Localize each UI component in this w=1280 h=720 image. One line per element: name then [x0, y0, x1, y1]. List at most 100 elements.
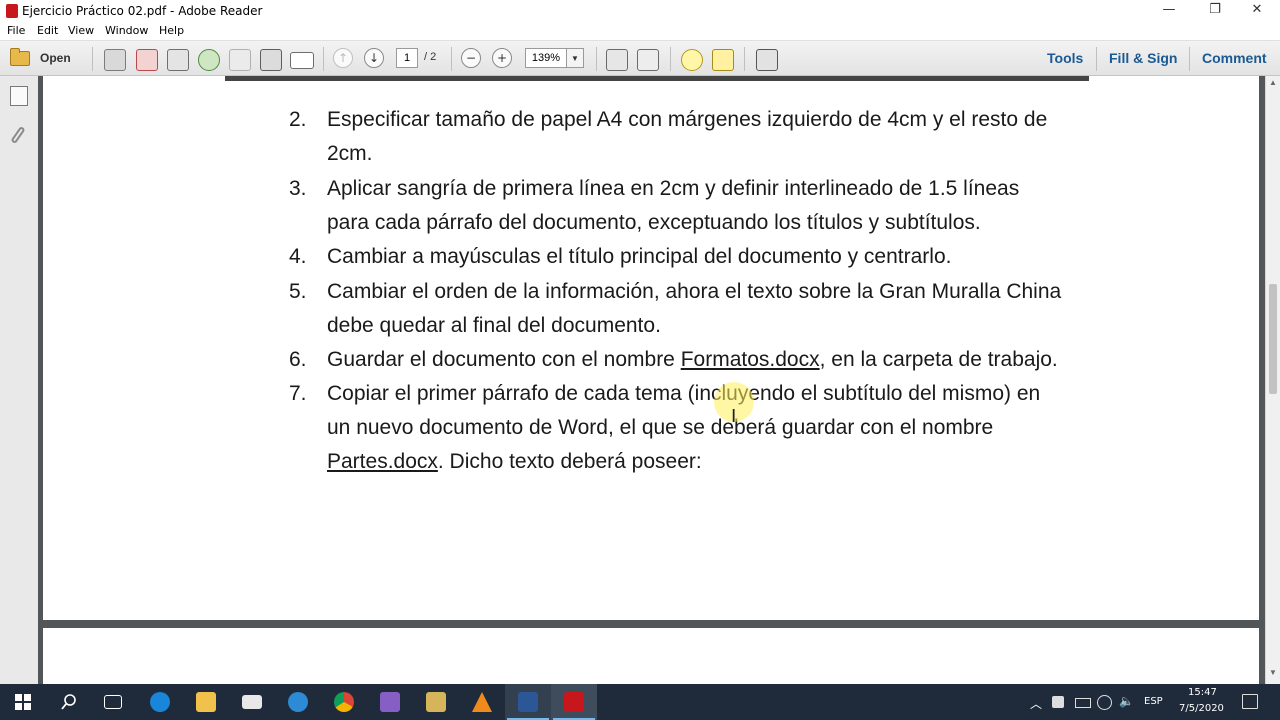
zoom-out-icon[interactable]: −: [461, 48, 481, 68]
open-button[interactable]: Open: [6, 46, 78, 70]
toolbar-divider: [92, 47, 93, 71]
visual-studio-icon: [380, 692, 400, 712]
navigation-pane: [0, 76, 39, 684]
zoom-level-input[interactable]: 139%: [525, 48, 567, 68]
title-bar: Ejercicio Práctico 02.pdf - Adobe Reader…: [0, 0, 1280, 22]
item-text: Aplicar sangría de primera línea en 2cm …: [327, 177, 1020, 200]
folder-icon: [10, 48, 30, 66]
taskbar-skype[interactable]: [275, 684, 321, 720]
email-icon[interactable]: [290, 52, 314, 69]
pdf-page: 2. Especificar tamaño de papel A4 con má…: [43, 76, 1259, 620]
toolbar-divider: [744, 47, 745, 71]
adobe-reader-icon: [564, 692, 584, 712]
menu-bar: File Edit View Window Help: [0, 22, 1280, 41]
taskbar-vlc[interactable]: [459, 684, 505, 720]
item-text: para cada párrafo del documento, exceptu…: [327, 211, 981, 234]
windows-taskbar: ︿ 🔈 ESP 15:47 7/5/2020: [0, 684, 1280, 720]
menu-file[interactable]: File: [7, 24, 25, 37]
toolbar-divider: [323, 47, 324, 71]
export-pdf-icon[interactable]: [136, 49, 158, 71]
item-number: 5.: [289, 280, 307, 303]
scrollbar-thumb[interactable]: [1269, 284, 1277, 394]
create-pdf-icon[interactable]: [104, 49, 126, 71]
item-number: 4.: [289, 245, 307, 268]
item-text: Partes.docx. Dicho texto deberá poseer:: [327, 445, 1134, 479]
taskbar-explorer[interactable]: [183, 684, 229, 720]
network-icon[interactable]: [1097, 695, 1112, 710]
menu-window[interactable]: Window: [105, 24, 148, 37]
tab-fill-sign[interactable]: Fill & Sign: [1109, 50, 1177, 66]
cloud-upload-icon[interactable]: [198, 49, 220, 71]
taskbar-mail[interactable]: [229, 684, 275, 720]
page-number-input[interactable]: 1: [396, 48, 418, 68]
clock-time[interactable]: 15:47: [1188, 687, 1217, 698]
vlc-icon: [472, 692, 492, 712]
fit-page-icon[interactable]: [606, 49, 628, 71]
page-top-border: [225, 76, 1089, 81]
menu-view[interactable]: View: [68, 24, 94, 37]
toolbar-divider: [451, 47, 452, 71]
sticky-note-icon[interactable]: [681, 49, 703, 71]
taskbar-app[interactable]: [413, 684, 459, 720]
item-text-after: . Dicho texto deberá poseer:: [437, 450, 702, 473]
vertical-scrollbar[interactable]: ▲ ▼: [1265, 76, 1280, 684]
menu-help[interactable]: Help: [159, 24, 184, 37]
taskbar-chrome[interactable]: [321, 684, 367, 720]
item-text: Cambiar a mayúsculas el título principal…: [327, 245, 952, 268]
filename-link: Partes.docx: [327, 450, 438, 473]
zoom-in-icon[interactable]: +: [492, 48, 512, 68]
item-text: Guardar el documento con el nombre Forma…: [327, 343, 1134, 377]
toolbar-divider: [1096, 47, 1097, 71]
text-cursor-icon: I: [731, 406, 737, 427]
search-button[interactable]: [46, 684, 92, 720]
tab-tools[interactable]: Tools: [1047, 50, 1083, 66]
document-viewer[interactable]: 2. Especificar tamaño de papel A4 con má…: [38, 76, 1265, 684]
item-text: Especificar tamaño de papel A4 con márge…: [327, 108, 1048, 131]
previous-page-icon[interactable]: ↑: [333, 48, 353, 68]
pdf-page-2: [43, 628, 1259, 684]
highlight-icon[interactable]: [712, 49, 734, 71]
people-icon[interactable]: [1052, 696, 1064, 708]
language-indicator[interactable]: ESP: [1144, 696, 1163, 707]
item-number: 7.: [289, 382, 307, 405]
taskbar-edge[interactable]: [137, 684, 183, 720]
edit-icon[interactable]: [167, 49, 189, 71]
menu-edit[interactable]: Edit: [37, 24, 58, 37]
clock-date[interactable]: 7/5/2020: [1179, 703, 1224, 714]
minimize-button[interactable]: —: [1146, 0, 1192, 22]
word-icon: [518, 692, 538, 712]
expand-icon[interactable]: [756, 49, 778, 71]
scroll-up-icon[interactable]: ▲: [1268, 78, 1278, 88]
show-hidden-icons-icon[interactable]: ︿: [1030, 695, 1042, 712]
mail-icon: [242, 695, 262, 709]
archive-icon: [426, 692, 446, 712]
print-icon[interactable]: [260, 49, 282, 71]
taskbar-visual-studio[interactable]: [367, 684, 413, 720]
maximize-button[interactable]: ❐: [1192, 0, 1238, 22]
next-page-icon[interactable]: ↓: [364, 48, 384, 68]
battery-icon[interactable]: [1075, 698, 1091, 708]
window-title: Ejercicio Práctico 02.pdf - Adobe Reader: [22, 4, 263, 18]
taskbar-word[interactable]: [505, 684, 551, 720]
full-screen-icon[interactable]: [637, 49, 659, 71]
item-number: 3.: [289, 177, 307, 200]
item-text: Cambiar el orden de la información, ahor…: [327, 280, 1062, 303]
save-icon[interactable]: [229, 49, 251, 71]
item-text: 2cm.: [327, 142, 373, 165]
scroll-down-icon[interactable]: ▼: [1268, 668, 1278, 678]
toolbar: Open ↑ ↓ 1 / 2 − + 139% ▼ Tools Fill & S…: [0, 41, 1280, 76]
volume-icon[interactable]: 🔈: [1119, 694, 1134, 708]
start-button[interactable]: [0, 684, 46, 720]
close-button[interactable]: ✕: [1234, 0, 1280, 22]
windows-logo-icon: [15, 694, 31, 710]
zoom-dropdown-icon[interactable]: ▼: [566, 48, 584, 68]
page-thumbnails-icon[interactable]: [10, 86, 28, 106]
taskbar-adobe-reader[interactable]: [551, 684, 597, 720]
tab-comment[interactable]: Comment: [1202, 50, 1267, 66]
page-total: / 2: [424, 51, 437, 63]
attachments-icon[interactable]: [10, 125, 26, 145]
task-view-button[interactable]: [91, 684, 137, 720]
adobe-reader-icon: [6, 4, 18, 18]
item-text: debe quedar al final del documento.: [327, 314, 661, 337]
action-center-icon[interactable]: [1242, 694, 1258, 709]
